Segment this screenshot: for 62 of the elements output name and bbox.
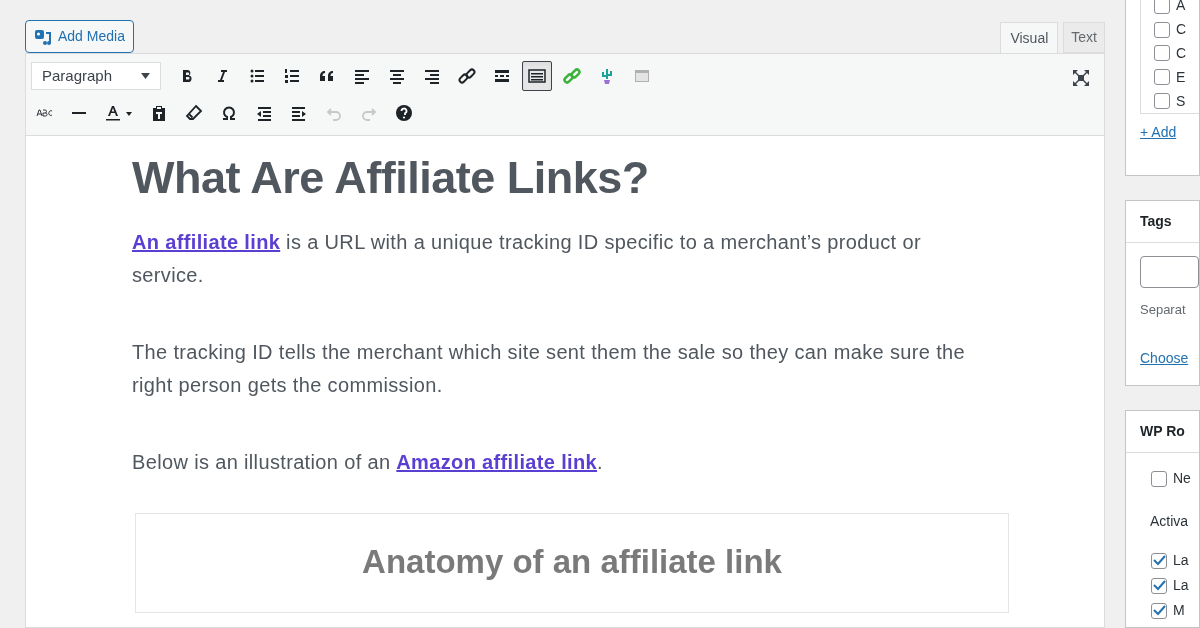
paragraph: The tracking ID tells the merchant which site sent them the sale so they can make sure the right person gets the commission.	[132, 340, 966, 398]
add-media-button[interactable]: Add Media	[25, 20, 134, 53]
align-left-icon	[353, 67, 371, 85]
checkbox-label: M	[1173, 601, 1185, 620]
panel-title: Tags	[1140, 212, 1172, 231]
toolbar-toggle-button[interactable]	[522, 61, 552, 91]
tags-hint: Separat	[1140, 301, 1186, 319]
caret-icon	[141, 73, 150, 79]
fullscreen-button[interactable]	[1070, 67, 1092, 89]
checkbox-label: La	[1173, 551, 1189, 570]
checkbox[interactable]	[1154, 21, 1170, 38]
add-category-link[interactable]: + Add	[1140, 122, 1177, 143]
paragraph: Below is an illustration of an Amazon affiliate link.	[132, 450, 604, 475]
checkmark-icon	[1152, 605, 1166, 616]
checkbox-label: Ne	[1173, 469, 1191, 488]
outdent-icon	[255, 104, 273, 122]
checkbox-label: C	[1176, 44, 1187, 63]
link-icon	[458, 67, 476, 85]
align-center-icon	[388, 67, 406, 85]
checkbox[interactable]	[1154, 45, 1170, 62]
checkmark-icon	[1152, 580, 1166, 591]
text-link[interactable]: Amazon affiliate link	[396, 451, 598, 473]
section-label: Activa	[1150, 512, 1189, 531]
omega-icon	[220, 104, 238, 122]
checkbox-label: C	[1176, 20, 1187, 40]
checkbox-label: S	[1176, 91, 1186, 111]
keyboard-icon	[528, 67, 546, 85]
checkbox[interactable]	[1151, 602, 1167, 619]
checkbox[interactable]	[1151, 552, 1167, 569]
checkbox-label: E	[1176, 67, 1186, 87]
checkbox-label: La	[1173, 576, 1189, 595]
text-link[interactable]: An affiliate link	[132, 231, 281, 253]
panel-title: WP Ro	[1140, 422, 1185, 441]
checkbox[interactable]	[1151, 470, 1167, 487]
align-right-icon	[423, 67, 441, 85]
bullet-list-icon	[248, 67, 266, 85]
choose-tags-link[interactable]: Choose	[1140, 347, 1189, 369]
checkbox[interactable]	[1154, 0, 1170, 14]
numbered-list-icon	[283, 67, 301, 85]
read-more-icon	[493, 67, 511, 85]
paste-icon	[150, 104, 168, 122]
eraser-icon	[185, 104, 203, 122]
checkbox[interactable]	[1154, 93, 1170, 110]
editor-tab[interactable]: Text	[1063, 22, 1105, 53]
table-icon	[633, 67, 651, 85]
indent-icon	[290, 104, 308, 122]
checkbox-label: A	[1176, 0, 1186, 16]
checkbox[interactable]	[1154, 69, 1170, 86]
checkmark-icon	[1152, 555, 1166, 566]
tag-input[interactable]	[1140, 256, 1199, 288]
link-icon	[563, 67, 581, 85]
text-color-icon	[104, 104, 134, 122]
post-heading: What Are Affiliate Links?	[132, 151, 649, 205]
help-icon	[395, 104, 413, 122]
expand-icon	[1072, 69, 1090, 87]
format-dropdown[interactable]: Paragraph	[31, 62, 161, 90]
horizontal-line-icon	[72, 112, 86, 114]
illustration-title: Anatomy of an affiliate link	[362, 544, 782, 580]
paragraph: An affiliate link is a URL with a unique tracking ID specific to a merchant’s product or service.	[132, 230, 922, 288]
checkbox[interactable]	[1151, 577, 1167, 594]
editor-tab[interactable]: Visual	[1000, 22, 1059, 53]
media-icon	[34, 27, 54, 46]
